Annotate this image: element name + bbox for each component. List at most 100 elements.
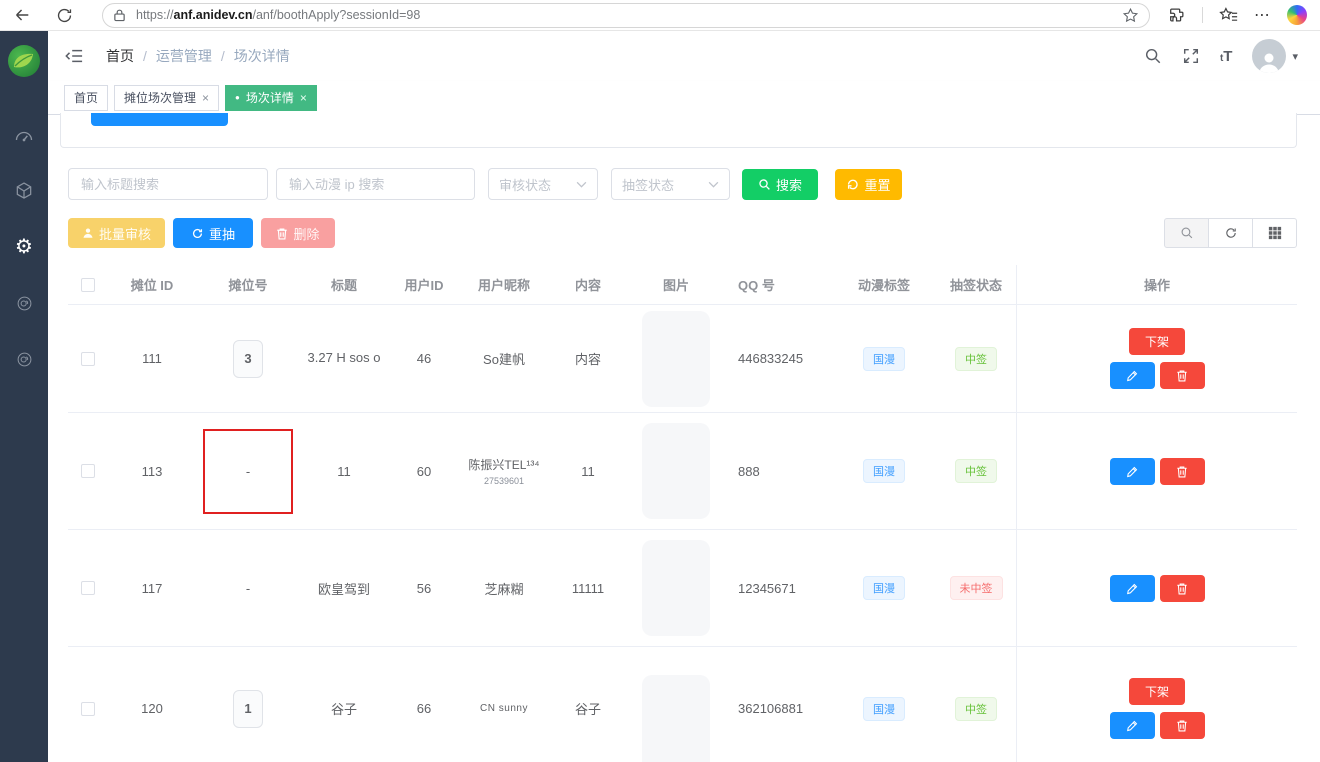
close-icon[interactable]: ×: [300, 91, 307, 105]
content-cell: 11: [548, 464, 628, 479]
bulk-delete-button[interactable]: 删除: [261, 218, 335, 248]
image-placeholder[interactable]: [642, 675, 710, 762]
breadcrumb-home[interactable]: 首页: [106, 46, 134, 66]
address-bar[interactable]: https://anf.anidev.cn/anf/boothApply?ses…: [102, 3, 1150, 28]
refresh-icon: [191, 227, 204, 240]
image-placeholder[interactable]: [642, 311, 710, 407]
sidebar-item-anime-1[interactable]: [0, 283, 48, 323]
col-anime-tag: 动漫标签: [832, 275, 936, 294]
chevron-down-icon: [708, 181, 719, 188]
anime-ip-search-input[interactable]: [276, 168, 475, 200]
offsale-button[interactable]: 下架: [1129, 328, 1185, 355]
favorite-star-icon[interactable]: [1122, 7, 1139, 24]
nickname-sub: 27539601: [484, 476, 524, 486]
booth-no: -: [196, 581, 300, 596]
draw-status-badge: 中签: [955, 459, 997, 483]
draw-status-select[interactable]: 抽签状态: [611, 168, 730, 200]
audit-status-select[interactable]: 审核状态: [488, 168, 598, 200]
booth-no: -: [246, 464, 250, 479]
row-checkbox[interactable]: [81, 464, 95, 478]
close-icon[interactable]: ×: [202, 91, 209, 105]
extensions-icon[interactable]: [1168, 6, 1186, 24]
tab-home[interactable]: 首页: [64, 85, 108, 111]
actions-cell: [1016, 413, 1297, 529]
main-content: 审核状态 抽签状态 搜索 重置: [48, 115, 1320, 762]
sidebar-item-modules[interactable]: [0, 171, 48, 211]
red-highlight-box: -: [203, 429, 293, 514]
tab-booth-session-management[interactable]: 摊位场次管理 ×: [114, 85, 219, 111]
col-booth-no: 摊位号: [196, 275, 300, 294]
fullscreen-icon[interactable]: [1182, 47, 1200, 65]
browser-refresh-icon[interactable]: [50, 1, 78, 29]
tab-session-detail[interactable]: ● 场次详情 ×: [225, 85, 317, 111]
delete-button[interactable]: [1160, 712, 1205, 739]
sidebar-item-settings[interactable]: ⚙: [0, 227, 48, 267]
col-booth-id: 摊位 ID: [108, 275, 196, 294]
edit-button[interactable]: [1110, 712, 1155, 739]
nickname: 芝麻糊: [460, 579, 548, 598]
redraw-button[interactable]: 重抽: [173, 218, 253, 248]
user-id: 56: [388, 581, 460, 596]
row-checkbox[interactable]: [81, 352, 95, 366]
draw-status-badge: 未中签: [950, 576, 1003, 600]
title-search-input[interactable]: [68, 168, 268, 200]
sidebar-item-anime-2[interactable]: [0, 339, 48, 379]
user-id: 60: [388, 464, 460, 479]
search-button[interactable]: 搜索: [742, 169, 818, 200]
content-cell: 11111: [548, 581, 628, 596]
anime-tag: 国漫: [863, 459, 905, 483]
nickname: So建帆: [460, 349, 548, 368]
favorites-bar-icon[interactable]: [1219, 6, 1238, 24]
image-placeholder[interactable]: [642, 423, 710, 519]
qq-number: 888: [724, 464, 832, 479]
browser-back-icon[interactable]: [8, 1, 36, 29]
col-nickname: 用户昵称: [460, 275, 548, 294]
chevron-down-icon: ▾: [1292, 50, 1298, 63]
toolbar-columns-button[interactable]: [1252, 218, 1297, 248]
reset-button[interactable]: 重置: [835, 169, 902, 200]
scrolled-card: [60, 113, 1297, 148]
search-icon: [758, 178, 771, 191]
edit-button[interactable]: [1110, 458, 1155, 485]
font-size-icon[interactable]: tT: [1220, 48, 1233, 65]
toolbar-refresh-button[interactable]: [1208, 218, 1253, 248]
toolbar-search-toggle[interactable]: [1164, 218, 1209, 248]
tag-tabs-bar: 首页 摊位场次管理 × ● 场次详情 ×: [48, 81, 1320, 115]
partial-blue-button[interactable]: [91, 113, 228, 126]
sidebar-item-dashboard[interactable]: [0, 115, 48, 155]
row-checkbox[interactable]: [81, 581, 95, 595]
edit-button[interactable]: [1110, 362, 1155, 389]
table-toolbar: [1164, 218, 1297, 248]
lock-icon: [113, 8, 126, 22]
bulk-audit-button[interactable]: 批量审核: [68, 218, 165, 248]
sidebar: ⚙: [0, 31, 48, 762]
breadcrumb: 首页 / 运营管理 / 场次详情: [106, 46, 290, 66]
delete-button[interactable]: [1160, 362, 1205, 389]
avatar: [1252, 39, 1286, 73]
row-checkbox[interactable]: [81, 702, 95, 716]
select-all-checkbox[interactable]: [81, 278, 95, 292]
delete-button[interactable]: [1160, 575, 1205, 602]
content-cell: 内容: [548, 349, 628, 368]
booth-apply-table: 摊位 ID 摊位号 标题 用户ID 用户昵称 内容 图片 QQ 号 动漫标签 抽…: [68, 265, 1297, 762]
breadcrumb-operations[interactable]: 运营管理: [156, 46, 212, 66]
anime-tag: 国漫: [863, 697, 905, 721]
user-menu[interactable]: ▾: [1252, 39, 1298, 73]
filter-row: 审核状态 抽签状态 搜索 重置: [68, 168, 902, 200]
col-actions: 操作: [1016, 265, 1297, 304]
browser-chrome: https://anf.anidev.cn/anf/boothApply?ses…: [0, 0, 1320, 31]
qq-number: 362106881: [724, 701, 832, 716]
actions-cell: 下架: [1016, 305, 1297, 412]
chrome-divider: [1202, 7, 1203, 23]
more-menu-icon[interactable]: ⋯: [1254, 5, 1271, 25]
copilot-icon[interactable]: [1287, 5, 1307, 25]
app-logo[interactable]: [8, 45, 40, 77]
delete-button[interactable]: [1160, 458, 1205, 485]
image-placeholder[interactable]: [642, 540, 710, 636]
title: 欧皇驾到: [300, 579, 388, 598]
offsale-button[interactable]: 下架: [1129, 678, 1185, 705]
header-search-icon[interactable]: [1144, 47, 1162, 65]
table-row: 113 - 11 60 陈振兴TEL¹³⁴ 27539601 11 888 国漫…: [68, 413, 1297, 530]
sidebar-collapse-icon[interactable]: [64, 47, 84, 65]
edit-button[interactable]: [1110, 575, 1155, 602]
